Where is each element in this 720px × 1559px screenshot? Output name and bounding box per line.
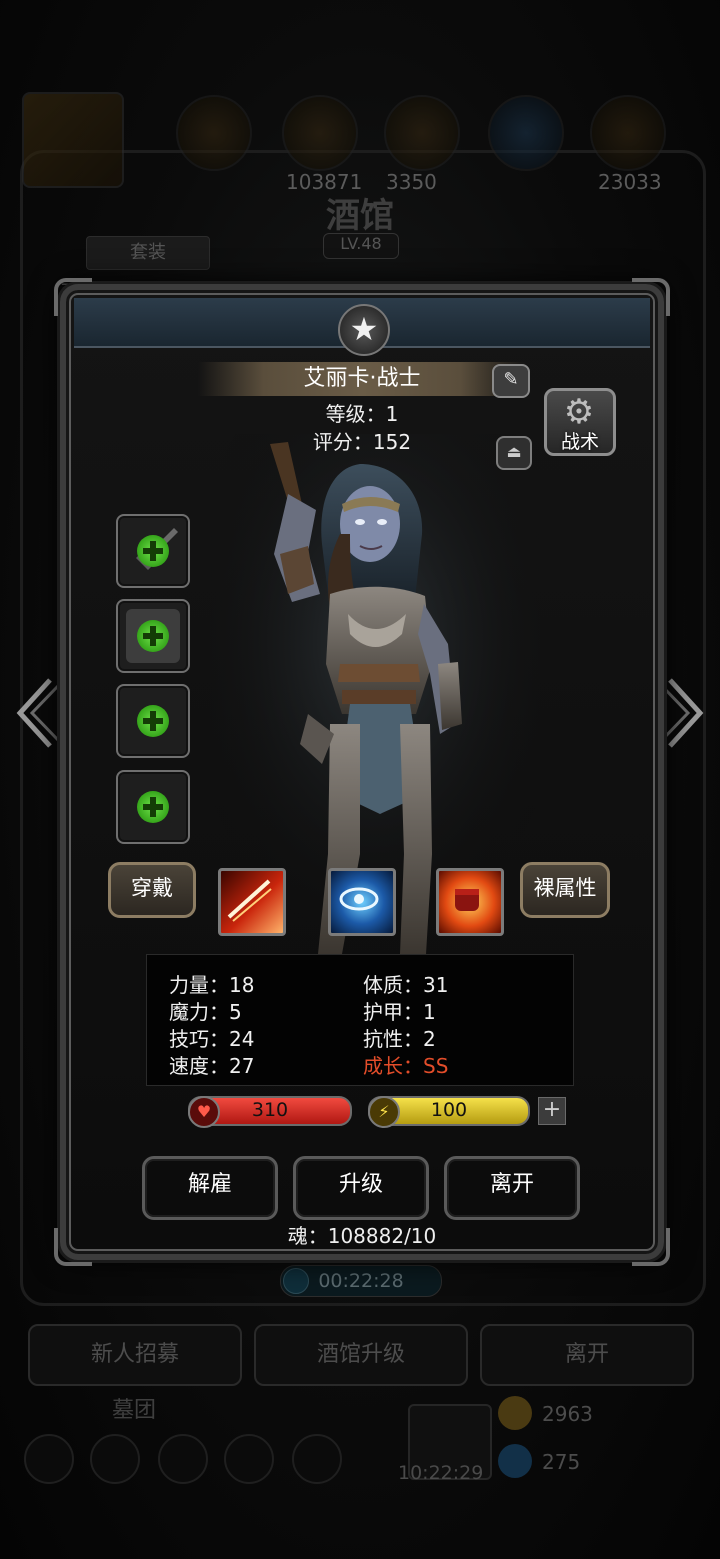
background-resource-icon	[384, 95, 460, 171]
stat-armor: 护甲：1	[363, 1000, 436, 1024]
gear-icon: ⚙	[563, 392, 595, 432]
background-title: 酒馆	[326, 196, 394, 236]
background-set-tab: 套装	[86, 236, 210, 270]
gold-coin-icon	[498, 1396, 532, 1430]
background-recruit-button: 新人招募	[28, 1324, 242, 1386]
background-level-badge: LV.48	[323, 233, 399, 259]
stat-growth: 成长：SS	[363, 1054, 449, 1078]
soul-cost: 魂：108882/10	[287, 1224, 437, 1248]
background-section-label: 墓团	[112, 1398, 157, 1423]
stat-skill: 技巧：24	[169, 1027, 255, 1051]
background-timer: 00:22:28	[280, 1265, 442, 1297]
clock-icon	[283, 1268, 309, 1294]
upgrade-button[interactable]: 升级	[293, 1156, 429, 1220]
add-icon	[137, 705, 169, 737]
background-resource-icon	[282, 95, 358, 171]
background-timer-value: 00:22:28	[318, 1270, 404, 1292]
stat-strength: 力量：18	[169, 973, 255, 997]
background-gold-value: 2963	[542, 1402, 593, 1426]
tactics-button[interactable]: ⚙ 战术	[544, 388, 616, 456]
background-menu-icon	[24, 1434, 74, 1484]
hero-detail-dialog: ★ 艾丽卡·战士 ✎ 等级：1 评分：152 ⚙ 战术 ⏏ 穿戴 裸属性 力量：…	[54, 278, 670, 1266]
leave-button[interactable]: 离开	[444, 1156, 580, 1220]
energy-value: 100	[430, 1099, 468, 1121]
stats-panel: 力量：18 魔力：5 技巧：24 速度：27 体质：31 护甲：1 抗性：2 成…	[146, 954, 574, 1086]
background-resource-icon	[590, 95, 666, 171]
stat-resistance: 抗性：2	[363, 1027, 436, 1051]
hp-value: 310	[251, 1099, 289, 1121]
edit-name-button[interactable]: ✎	[492, 364, 530, 398]
background-gift-timer: 10:22:29	[398, 1462, 484, 1484]
stat-magic: 魔力：5	[169, 1000, 242, 1024]
background-resource-icon	[488, 95, 564, 171]
add-energy-button[interactable]: +	[538, 1097, 566, 1125]
weapon-slot[interactable]	[116, 514, 190, 588]
gem-icon	[498, 1444, 532, 1478]
background-resource-icon	[176, 95, 252, 171]
accessory-slot[interactable]	[116, 770, 190, 844]
add-icon	[137, 620, 169, 652]
upload-icon: ⏏	[506, 442, 522, 461]
tactics-label: 战术	[560, 431, 599, 453]
energy-bar: ⚡ 100	[368, 1096, 530, 1128]
next-hero-arrow-icon[interactable]	[660, 676, 710, 750]
background-menu-icon	[292, 1434, 342, 1484]
background-gem-value: 275	[542, 1450, 581, 1474]
equip-button[interactable]: 穿戴	[108, 862, 196, 918]
base-attributes-button[interactable]: 裸属性	[520, 862, 610, 918]
background-avatar	[22, 92, 124, 188]
accessory-slot[interactable]	[116, 684, 190, 758]
promote-button[interactable]: ⏏	[496, 436, 532, 470]
hp-bar: ♥ 310	[188, 1096, 352, 1128]
eye-skill-icon[interactable]	[328, 868, 396, 936]
dismiss-button[interactable]: 解雇	[142, 1156, 278, 1220]
fist-skill-icon[interactable]	[436, 868, 504, 936]
add-icon	[137, 791, 169, 823]
slash-skill-icon[interactable]	[218, 868, 286, 936]
hero-name-banner: 艾丽卡·战士	[198, 362, 526, 396]
prev-hero-arrow-icon[interactable]	[10, 676, 60, 750]
stat-constitution: 体质：31	[363, 973, 449, 997]
background-menu-icon	[158, 1434, 208, 1484]
pencil-icon: ✎	[503, 369, 519, 390]
star-icon: ★	[338, 304, 390, 356]
background-leave-button: 离开	[480, 1324, 694, 1386]
background-upgrade-tavern-button: 酒馆升级	[254, 1324, 468, 1386]
background-menu-icon	[90, 1434, 140, 1484]
add-icon	[137, 535, 169, 567]
stat-speed: 速度：27	[169, 1054, 255, 1078]
armor-slot[interactable]	[116, 599, 190, 673]
background-menu-icon	[224, 1434, 274, 1484]
